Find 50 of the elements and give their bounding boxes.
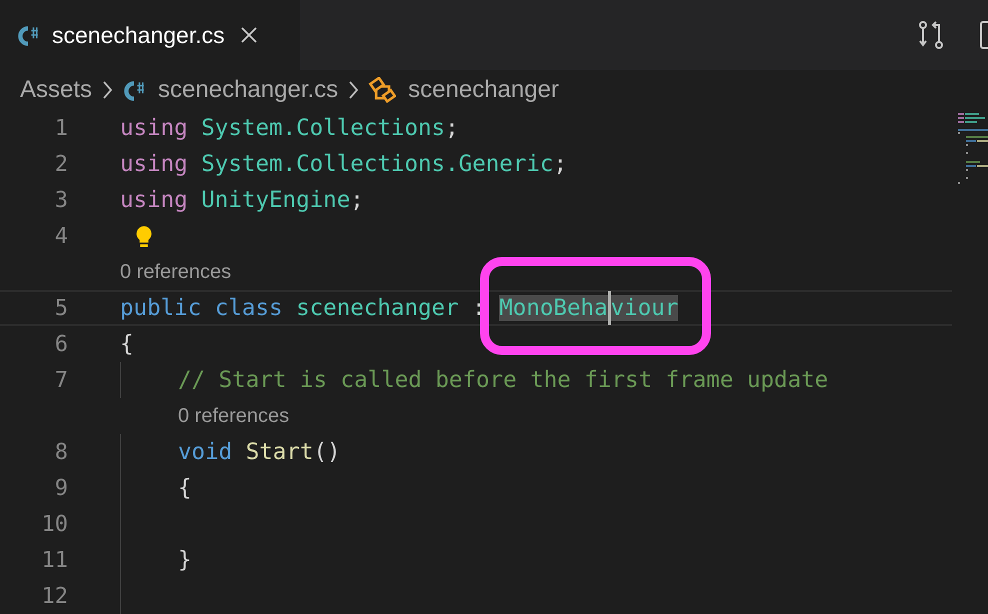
line-number: 6 — [54, 332, 68, 356]
chevron-icon — [102, 80, 114, 100]
text-cursor — [608, 291, 611, 325]
line-number: 3 — [54, 188, 68, 212]
code-token: ; — [553, 151, 568, 177]
code-token: { — [120, 331, 134, 357]
line-number: 8 — [54, 440, 68, 464]
code-token: public — [120, 295, 202, 321]
split-editor-icon — [980, 20, 988, 50]
code-token: } — [178, 547, 192, 573]
csharp-file-icon — [122, 79, 146, 101]
code-token: Start — [246, 439, 314, 465]
code-token: using — [120, 151, 188, 177]
line-number: 11 — [40, 548, 68, 572]
references-link[interactable]: 0 references — [120, 260, 232, 284]
code-token: () — [313, 439, 341, 465]
line-number: 7 — [54, 368, 68, 392]
close-icon — [238, 25, 259, 45]
editor-tab[interactable]: scenechanger.cs — [0, 0, 300, 70]
minimap-drawing — [958, 113, 988, 185]
code-token: class — [214, 295, 283, 321]
compare-changes-icon — [918, 21, 944, 49]
breadcrumb-item[interactable]: Assets — [20, 76, 92, 104]
code-token: viour — [610, 295, 678, 321]
line-number: 9 — [54, 476, 68, 500]
code-token: MonoBeha — [499, 295, 608, 321]
breadcrumb-item[interactable]: scenechanger.cs — [158, 76, 338, 104]
line-number: 10 — [40, 512, 68, 536]
code-token: ; — [350, 187, 364, 213]
code-token: // Start is called before the first frame update — [178, 367, 828, 393]
code-token: ; — [445, 115, 459, 141]
code-token: UnityEngine — [201, 187, 350, 213]
code-token: System.Collections.Generic — [201, 151, 554, 177]
line-number: 2 — [54, 152, 68, 176]
references-link[interactable]: 0 references — [178, 404, 290, 428]
code-token: using — [120, 187, 188, 213]
class-icon — [368, 77, 396, 103]
code-token: System.Collections — [201, 115, 446, 141]
code-token: scenechanger — [296, 295, 459, 321]
line-number: 12 — [40, 584, 68, 608]
line-number: 4 — [54, 224, 68, 248]
code-token: using — [120, 115, 188, 141]
csharp-file-icon — [16, 24, 40, 46]
code-token: void — [178, 439, 232, 465]
line-number: 1 — [54, 116, 68, 140]
breadcrumb-item[interactable]: scenechanger — [408, 76, 559, 104]
code-token: { — [178, 475, 192, 501]
chevron-icon — [348, 80, 360, 100]
lightbulb-icon — [134, 225, 154, 247]
line-number: 5 — [54, 296, 68, 320]
